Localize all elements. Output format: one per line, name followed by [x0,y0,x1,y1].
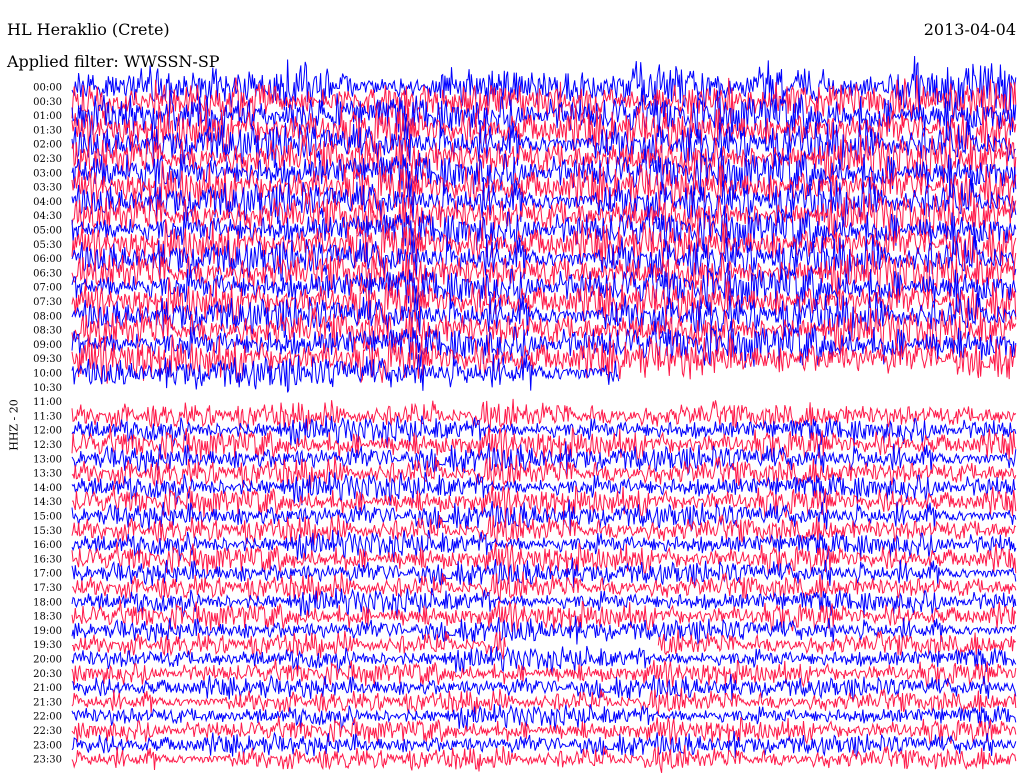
tick-label-1100: 11:00 [33,397,62,408]
seismogram-traces [71,55,1017,774]
tick-label-1900: 19:00 [33,626,62,637]
tick-label-1700: 17:00 [33,569,62,580]
tick-label-0400: 04:00 [33,197,62,208]
tick-label-0800: 08:00 [33,311,62,322]
tick-label-2100: 21:00 [33,683,62,694]
tick-label-2030: 20:30 [33,669,62,680]
tick-label-0100: 01:00 [33,111,62,122]
tick-label-0030: 00:30 [33,97,62,108]
tick-label-1300: 13:00 [33,454,62,465]
tick-label-0200: 02:00 [33,140,62,151]
tick-label-1000: 10:00 [33,369,62,380]
tick-label-0600: 06:00 [33,254,62,265]
tick-label-0930: 09:30 [33,354,62,365]
tick-label-1830: 18:30 [33,612,62,623]
tick-label-0330: 03:30 [33,183,62,194]
tick-label-2000: 20:00 [33,655,62,666]
tick-label-1500: 15:00 [33,512,62,523]
tick-label-1630: 16:30 [33,554,62,565]
time-tick-labels: 00:00 00:30 01:00 01:30 02:00 02:30 03:00 03:30… [33,83,62,766]
tick-label-1930: 19:30 [33,640,62,651]
tick-label-0000: 00:00 [33,83,62,94]
tick-label-0900: 09:00 [33,340,62,351]
tick-label-1730: 17:30 [33,583,62,594]
tick-label-1130: 11:30 [33,411,62,422]
tick-label-1400: 14:00 [33,483,62,494]
tick-label-0630: 06:30 [33,268,62,279]
tick-label-1530: 15:30 [33,526,62,537]
tick-label-1200: 12:00 [33,426,62,437]
tick-label-0500: 05:00 [33,226,62,237]
tick-label-1600: 16:00 [33,540,62,551]
tick-label-0430: 04:30 [33,211,62,222]
tick-label-0830: 08:30 [33,326,62,337]
tick-label-0730: 07:30 [33,297,62,308]
tick-label-2300: 23:00 [33,740,62,751]
tick-label-0700: 07:00 [33,283,62,294]
tick-label-0130: 01:30 [33,125,62,136]
tick-label-1430: 14:30 [33,497,62,508]
trace-2130 [71,687,1017,716]
tick-label-2330: 23:30 [33,755,62,766]
tick-label-0300: 03:00 [33,168,62,179]
tick-label-0530: 05:30 [33,240,62,251]
trace-1800 [71,587,1017,619]
tick-label-2130: 21:30 [33,697,62,708]
trace-2330 [71,744,1017,774]
seismogram-plot: 00:00 00:30 01:00 01:30 02:00 02:30 03:00 03:30… [33,55,1017,774]
trace-2100 [71,673,1017,702]
tick-label-1230: 12:30 [33,440,62,451]
tick-label-1030: 10:30 [33,383,62,394]
tick-label-1330: 13:30 [33,469,62,480]
tick-label-0230: 02:30 [33,154,62,165]
tick-label-2200: 22:00 [33,712,62,723]
tick-label-2230: 22:30 [33,726,62,737]
tick-label-1800: 18:00 [33,597,62,608]
trace-0000 [71,55,1017,118]
